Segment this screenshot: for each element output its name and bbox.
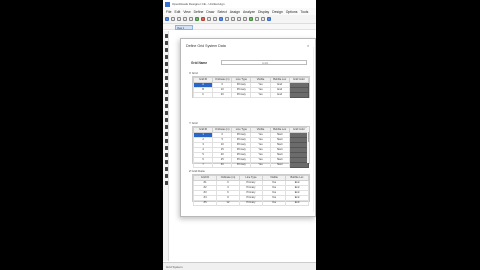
pointer-icon[interactable] (164, 34, 168, 38)
redo-icon[interactable] (189, 17, 193, 21)
properties-icon[interactable] (249, 17, 253, 21)
zoom-in-icon[interactable] (207, 17, 211, 21)
refresh-icon[interactable] (255, 17, 259, 21)
x-grid-label: X Grid (189, 71, 198, 75)
menu-bar: File Edit View Define Draw Select Assign… (163, 8, 316, 15)
lock-icon[interactable] (195, 17, 199, 21)
new-file-icon[interactable] (165, 17, 169, 21)
delete-icon[interactable] (164, 167, 168, 171)
draw-text-icon[interactable] (164, 118, 168, 122)
menu-analyze[interactable]: Analyze (243, 10, 255, 14)
draw-area-icon[interactable] (164, 69, 168, 73)
table-cell[interactable]: 12 (216, 200, 240, 206)
copy-icon[interactable] (164, 174, 168, 178)
grid-color-swatch[interactable] (288, 162, 310, 168)
table-cell[interactable]: 20 (212, 92, 233, 98)
filter-icon[interactable] (164, 160, 168, 164)
table-cell[interactable]: Z5 (193, 200, 217, 206)
y-grid-scrollbar[interactable] (307, 127, 309, 163)
view-3d-icon[interactable] (231, 17, 235, 21)
close-icon[interactable]: × (307, 44, 311, 48)
draw-beam-icon[interactable] (164, 55, 168, 59)
menu-display[interactable]: Display (258, 10, 269, 14)
table-cell[interactable]: Primary (239, 200, 263, 206)
table-cell[interactable]: End (269, 92, 290, 98)
grid-icon[interactable] (164, 146, 168, 150)
draw-section-icon[interactable] (164, 104, 168, 108)
app-icon (165, 1, 170, 7)
table-cell[interactable]: Primary (231, 162, 252, 168)
draw-opening-icon[interactable] (164, 83, 168, 87)
display-icon[interactable] (267, 17, 271, 21)
y-grid-table[interactable]: Grid ID Ordinate (m) Line Type Visible B… (192, 126, 310, 168)
select-all-icon[interactable] (164, 125, 168, 129)
draw-wall-icon[interactable] (164, 76, 168, 80)
menu-options[interactable]: Options (286, 10, 298, 14)
grid-color-swatch[interactable] (288, 92, 310, 98)
move-icon[interactable] (164, 181, 168, 185)
table-row[interactable]: C 20 Primary Yes End (192, 92, 310, 98)
grid-name-label: Grid Name (191, 61, 208, 65)
table-cell[interactable]: 30 (212, 162, 233, 168)
open-icon[interactable] (171, 17, 175, 21)
menu-file[interactable]: File (166, 10, 171, 14)
draw-link-icon[interactable] (164, 90, 168, 94)
snap-icon[interactable] (164, 132, 168, 136)
x-col-ordinate[interactable]: Ordinate (m) (212, 77, 233, 83)
y-col-ordinate[interactable]: Ordinate (m) (212, 127, 233, 133)
draw-column-icon[interactable] (164, 48, 168, 52)
grid-system-dialog: Define Grid System Data × Grid Name Grid… (180, 38, 316, 217)
settings-icon[interactable] (261, 17, 265, 21)
draw-dimension-icon[interactable] (164, 111, 168, 115)
menu-select[interactable]: Select (217, 10, 226, 14)
rotate-icon[interactable] (225, 17, 229, 21)
view-xy-icon[interactable] (237, 17, 241, 21)
table-row[interactable]: 7 30 Primary Yes Start (192, 162, 310, 168)
measure-icon[interactable] (164, 139, 168, 143)
pan-icon[interactable] (219, 17, 223, 21)
view-xz-icon[interactable] (243, 17, 247, 21)
menu-assign[interactable]: Assign (230, 10, 240, 14)
menu-tools[interactable]: Tools (300, 10, 308, 14)
menu-view[interactable]: View (183, 10, 190, 14)
table-cell[interactable]: Start (269, 162, 290, 168)
main-toolbar (163, 15, 316, 24)
z-grid-label: Z Grid Data (189, 169, 205, 173)
status-bar: Grid System (163, 262, 316, 270)
title-bar: OpenRoads Designer CE - Untitled.dgn (163, 0, 316, 8)
table-cell[interactable]: Yes (250, 92, 271, 98)
table-cell[interactable]: End (285, 200, 309, 206)
z-grid-table[interactable]: Grid ID Ordinate (m) Line Type Visible B… (192, 174, 310, 206)
grid-name-input[interactable]: Grid1 (221, 60, 307, 65)
table-cell[interactable]: Yes (262, 200, 286, 206)
save-icon[interactable] (177, 17, 181, 21)
dialog-title: Define Grid System Data (186, 44, 226, 48)
table-cell[interactable]: Yes (250, 162, 271, 168)
table-cell[interactable]: C (192, 92, 214, 98)
table-cell[interactable]: Primary (231, 92, 252, 98)
zoom-out-icon[interactable] (213, 17, 217, 21)
tab-view-1[interactable]: View 1 (175, 25, 193, 30)
undo-icon[interactable] (183, 17, 187, 21)
window-title: OpenRoads Designer CE - Untitled.dgn (172, 2, 225, 6)
y-grid-label: Y Grid (189, 121, 198, 125)
scroll-thumb[interactable] (307, 132, 309, 142)
menu-design[interactable]: Design (272, 10, 283, 14)
layer-icon[interactable] (164, 153, 168, 157)
menu-edit[interactable]: Edit (174, 10, 180, 14)
table-row[interactable]: Z5 12 Primary Yes End (193, 200, 309, 206)
run-icon[interactable] (201, 17, 205, 21)
dialog-scrollbar[interactable] (312, 47, 314, 212)
menu-define[interactable]: Define (194, 10, 204, 14)
menu-draw[interactable]: Draw (206, 10, 214, 14)
draw-brace-icon[interactable] (164, 62, 168, 66)
table-cell[interactable]: 7 (192, 162, 214, 168)
draw-frame-icon[interactable] (164, 41, 168, 45)
x-grid-table[interactable]: Grid ID Ordinate (m) Line Type Visible B… (192, 76, 310, 98)
draw-tendon-icon[interactable] (164, 97, 168, 101)
